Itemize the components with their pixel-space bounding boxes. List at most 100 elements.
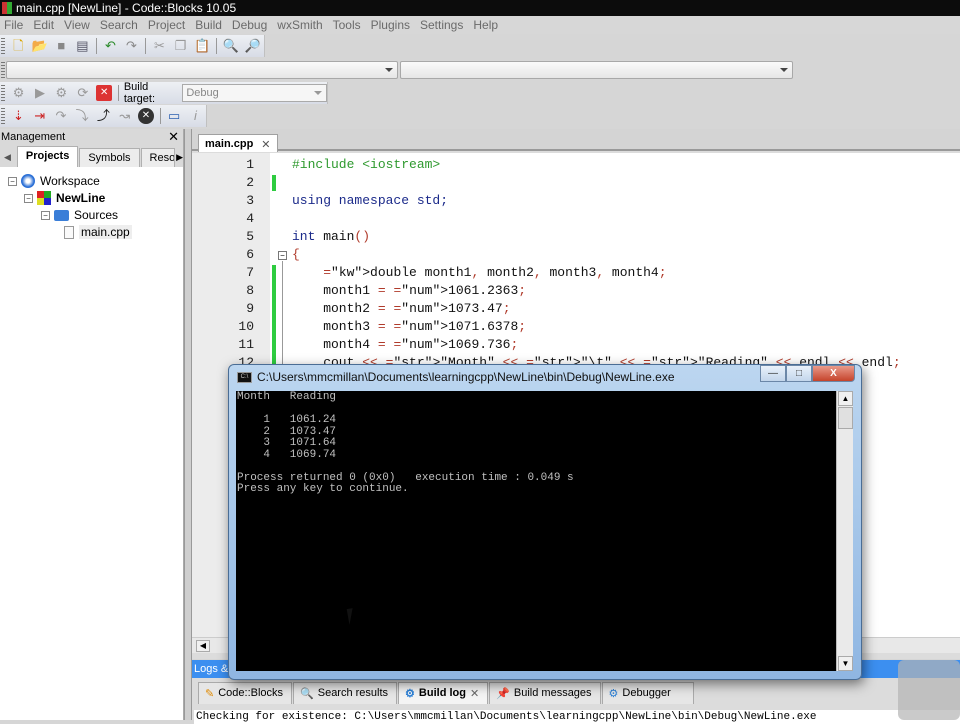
build-log-text: Checking for existence: C:\Users\mmcmill…	[194, 710, 960, 724]
menu-wxsmith[interactable]: wxSmith	[273, 18, 328, 32]
change-marker	[272, 265, 276, 375]
menu-debug[interactable]: Debug	[228, 18, 273, 32]
menu-project[interactable]: Project	[144, 18, 191, 32]
toolbar-grip[interactable]	[1, 38, 5, 54]
build-gear-icon[interactable]: ⚙	[11, 85, 26, 101]
paste-icon[interactable]: 📋	[194, 38, 210, 54]
scroll-up-icon[interactable]: ▲	[838, 391, 853, 406]
cut-icon[interactable]: ✂	[152, 38, 167, 54]
code-line: month4 = ="num">1069.736;	[292, 337, 519, 352]
menu-build[interactable]: Build	[191, 18, 228, 32]
tree-label: Workspace	[40, 174, 100, 188]
info-icon[interactable]: i	[188, 108, 203, 124]
debug-windows-icon[interactable]: ▭	[167, 108, 182, 124]
chevron-down-icon	[385, 68, 393, 72]
menu-tools[interactable]: Tools	[329, 18, 367, 32]
save-all-icon[interactable]: ▤	[75, 38, 90, 54]
console-window[interactable]: C:\ C:\Users\mmcmillan\Documents\learnin…	[228, 364, 862, 680]
tab-debugger[interactable]: ⚙ Debugger	[601, 682, 694, 704]
line-number: 5	[246, 229, 254, 244]
copy-icon[interactable]: ❐	[173, 38, 188, 54]
collapse-icon[interactable]: −	[8, 176, 17, 186]
menu-settings[interactable]: Settings	[416, 18, 469, 32]
tree-item-project-newline[interactable]: − NewLine	[24, 190, 105, 206]
debug-run-icon[interactable]: ⇣	[11, 108, 26, 124]
build-target-dropdown[interactable]: Debug	[182, 84, 328, 102]
tree-label: NewLine	[56, 191, 106, 205]
save-icon[interactable]: ■	[54, 38, 69, 54]
tab-main-cpp[interactable]: main.cpp ✕	[198, 134, 278, 152]
close-tab-icon[interactable]: ✕	[470, 687, 479, 700]
run-to-cursor-icon[interactable]: ⇥	[32, 108, 47, 124]
collapse-icon[interactable]: −	[24, 193, 33, 203]
tab-projects[interactable]: Projects	[16, 146, 79, 167]
function-dropdown[interactable]	[400, 61, 793, 79]
change-marker	[272, 175, 276, 191]
management-header: Management ✕	[0, 129, 183, 145]
tab-scroll-left-icon[interactable]: ◀	[4, 152, 11, 163]
file-icon	[64, 225, 74, 239]
close-tab-icon[interactable]: ✕	[261, 138, 270, 152]
tree-item-main-cpp[interactable]: main.cpp	[64, 224, 132, 240]
toolbar-grip[interactable]	[1, 85, 5, 101]
menu-view[interactable]: View	[60, 18, 96, 32]
console-vertical-scrollbar[interactable]: ▲ ▼	[836, 391, 853, 671]
toolbar-grip[interactable]	[1, 62, 5, 78]
next-instruction-icon[interactable]: ↝	[117, 108, 132, 124]
menu-edit[interactable]: Edit	[29, 18, 60, 32]
tab-search-results[interactable]: 🔍 Search results	[293, 682, 398, 704]
rebuild-icon[interactable]: ⟳	[75, 85, 90, 101]
gear-icon: ⚙	[405, 688, 415, 700]
find-icon[interactable]: 🔍	[223, 38, 239, 54]
code-line: int main()	[292, 229, 371, 244]
workspace-icon	[21, 174, 35, 188]
undo-icon[interactable]: ↶	[103, 38, 118, 54]
scroll-left-icon[interactable]: ◀	[196, 640, 210, 652]
separator	[117, 85, 119, 101]
tab-build-log[interactable]: ⚙ Build log ✕	[398, 682, 489, 704]
menu-help[interactable]: Help	[469, 18, 504, 32]
close-icon[interactable]: ✕	[168, 129, 179, 145]
code-line: month1 = ="num">1061.2363;	[292, 283, 527, 298]
run-icon[interactable]: ▶	[32, 85, 47, 101]
scope-dropdown[interactable]	[6, 61, 398, 79]
toolbar-grip[interactable]	[1, 108, 5, 124]
menu-file[interactable]: File	[0, 18, 29, 32]
open-icon[interactable]: 📂	[32, 38, 48, 54]
minimize-button[interactable]: —	[760, 365, 786, 382]
window-titlebar: main.cpp [NewLine] - Code::Blocks 10.05	[0, 0, 960, 16]
close-button[interactable]: X	[812, 365, 855, 382]
maximize-button[interactable]: □	[786, 365, 812, 382]
menu-search[interactable]: Search	[96, 18, 144, 32]
tab-scroll-right-icon[interactable]: ▶	[176, 152, 183, 163]
main-toolbar: 🗋 📂 ■ ▤ ↶ ↷ ✂ ❐ 📋 🔍 🔎	[0, 35, 265, 57]
tab-symbols[interactable]: Symbols	[79, 148, 140, 167]
fold-toggle-icon[interactable]: −	[278, 251, 287, 260]
abort-icon[interactable]: ✕	[96, 85, 112, 101]
next-line-icon[interactable]: ↷	[53, 108, 68, 124]
build-target-label: Build target:	[123, 81, 156, 105]
tree-item-workspace[interactable]: − Workspace	[8, 173, 100, 189]
tab-build-messages[interactable]: 📌 Build messages	[489, 682, 601, 704]
tab-codeblocks-log[interactable]: ✎ Code::Blocks	[198, 682, 293, 704]
build-run-icon[interactable]: ⚙	[54, 85, 69, 101]
collapse-icon[interactable]: −	[41, 210, 50, 220]
replace-icon[interactable]: 🔎	[245, 38, 261, 54]
tree-item-sources[interactable]: − Sources	[41, 207, 118, 223]
debug-toolbar: ⇣ ⇥ ↷ ⤵ ⤴ ↝ ✕ ▭ i	[0, 105, 207, 127]
code-line: {	[292, 247, 300, 262]
step-into-icon[interactable]: ⤵	[75, 108, 90, 124]
pane-splitter[interactable]	[184, 129, 192, 720]
step-out-icon[interactable]: ⤴	[96, 108, 111, 124]
scrollbar-thumb[interactable]	[838, 407, 853, 429]
new-file-icon[interactable]: 🗋	[11, 38, 26, 54]
scroll-down-icon[interactable]: ▼	[838, 656, 853, 671]
menu-plugins[interactable]: Plugins	[367, 18, 416, 32]
tab-resources[interactable]: Resou	[140, 148, 176, 167]
mouse-cursor-icon	[346, 607, 362, 625]
stop-debug-icon[interactable]: ✕	[138, 108, 154, 124]
tab-label: Build messages	[513, 687, 592, 699]
management-title: Management	[1, 131, 66, 143]
tab-label: Build log	[418, 687, 466, 699]
redo-icon[interactable]: ↷	[124, 38, 139, 54]
